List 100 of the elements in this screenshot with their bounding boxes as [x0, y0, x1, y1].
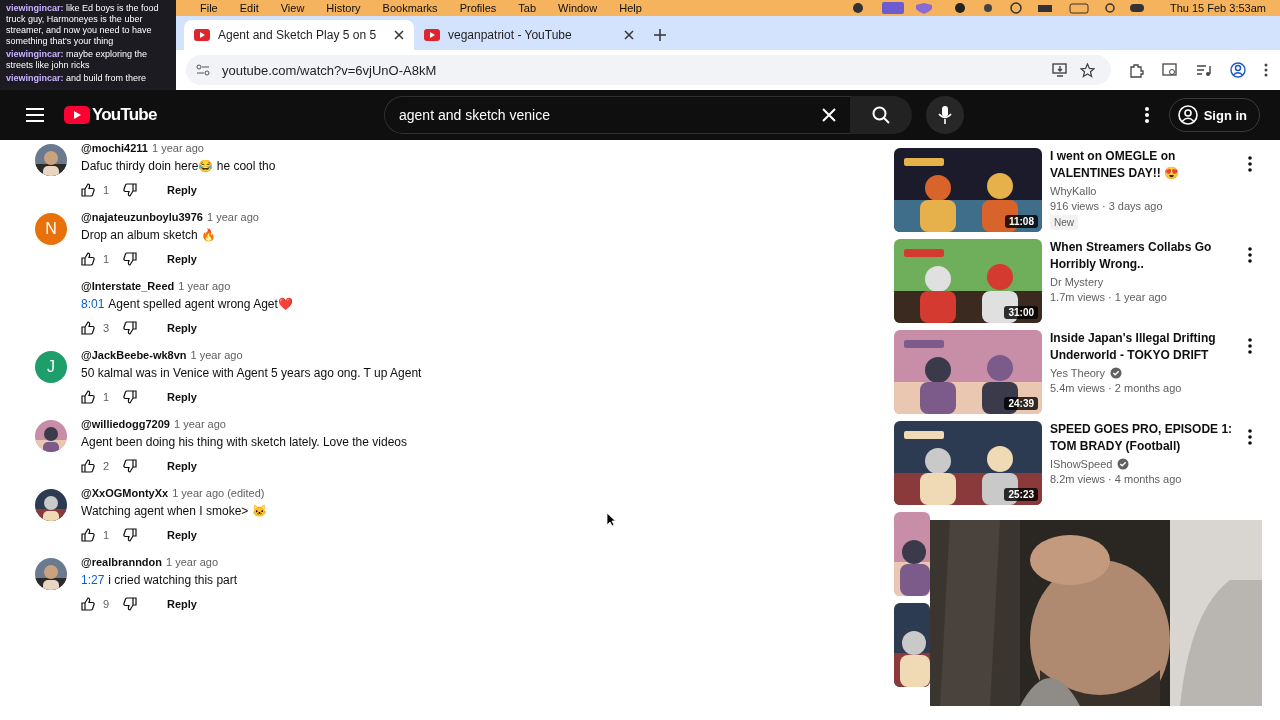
channel-name[interactable]: Dr Mystery	[1050, 276, 1104, 288]
dislike-icon[interactable]	[123, 597, 137, 611]
cursor-icon	[606, 512, 616, 527]
tab-title: veganpatriot - YouTube	[448, 28, 573, 42]
menu-item[interactable]: Help	[619, 2, 642, 14]
menu-item[interactable]: View	[280, 2, 305, 14]
star-icon[interactable]	[1080, 62, 1095, 78]
site-info-icon[interactable]	[196, 64, 210, 76]
video-title[interactable]: When Streamers Collabs Go Horribly Wrong..	[1050, 239, 1240, 273]
like-count: 2	[103, 460, 111, 472]
comment-text: Dafuc thirdy doin here😂 he cool tho	[81, 159, 276, 173]
tab-title: Agent and Sketch Play 5 on 5	[218, 28, 378, 42]
tab-search-icon[interactable]	[1162, 63, 1178, 77]
comment-time[interactable]: 1 year ago	[174, 418, 226, 430]
comment-time[interactable]: 1 year ago	[207, 211, 259, 223]
more-icon[interactable]	[1248, 156, 1252, 172]
like-icon[interactable]	[81, 390, 95, 404]
youtube-icon	[424, 29, 440, 41]
comment-author[interactable]: @najateuzunboylu3976	[81, 211, 203, 223]
youtube-icon[interactable]	[64, 106, 90, 124]
youtube-icon	[194, 29, 210, 41]
youtube-logo-text[interactable]: YouTube	[92, 105, 157, 125]
reply-button[interactable]: Reply	[159, 594, 205, 614]
comment-author[interactable]: @williedogg7209	[81, 418, 170, 430]
channel-name[interactable]: IShowSpeed	[1050, 458, 1113, 470]
reply-button[interactable]: Reply	[159, 180, 205, 200]
menu-item[interactable]: File	[200, 2, 218, 14]
dislike-icon[interactable]	[123, 183, 137, 197]
comment-time[interactable]: 1 year ago	[190, 349, 243, 361]
video-meta: 1.7m views · 1 year ago	[1050, 291, 1168, 303]
comment-time[interactable]: 1 year ago	[152, 142, 204, 154]
video-duration: 31:00	[1004, 306, 1038, 319]
video-duration: 24:39	[1004, 397, 1038, 410]
reply-button[interactable]: Reply	[159, 387, 205, 407]
reply-button[interactable]: Reply	[159, 318, 205, 338]
menu-item[interactable]: Bookmarks	[382, 2, 438, 14]
close-icon[interactable]	[394, 30, 404, 40]
user-icon	[1177, 105, 1198, 125]
extensions-icon[interactable]	[1129, 62, 1144, 78]
more-icon[interactable]	[1248, 338, 1252, 354]
profile-icon[interactable]	[1230, 62, 1246, 78]
media-icon[interactable]	[1196, 63, 1212, 77]
like-count: 1	[103, 184, 111, 196]
comment-time[interactable]: 1 year ago (edited)	[172, 487, 265, 499]
timestamp-link[interactable]: 8:01	[81, 297, 105, 311]
channel-name[interactable]: WhyKallo	[1050, 185, 1097, 197]
comment-author[interactable]: @Interstate_Reed	[81, 280, 175, 292]
video-title[interactable]: SPEED GOES PRO, EPISODE 1: TOM BRADY (Football)	[1050, 421, 1240, 455]
new-tab-icon[interactable]	[654, 29, 666, 41]
like-icon[interactable]	[81, 183, 95, 197]
comment-text: 50 kalmal was in Venice with Agent 5 years ago ong. T up Agent	[81, 366, 422, 380]
reply-button[interactable]: Reply	[159, 249, 205, 269]
menu-icon[interactable]	[26, 108, 44, 122]
comment-time[interactable]: 1 year ago	[166, 556, 218, 568]
new-badge: New	[1050, 215, 1078, 230]
like-icon[interactable]	[81, 321, 95, 335]
like-icon[interactable]	[81, 459, 95, 473]
search-button[interactable]	[850, 96, 912, 134]
like-icon[interactable]	[81, 252, 95, 266]
voice-search-button[interactable]	[926, 96, 964, 134]
address-field[interactable]: youtube.com/watch?v=6vjUnO-A8kM	[186, 55, 1111, 85]
install-icon[interactable]	[1052, 63, 1068, 77]
menu-item[interactable]: Profiles	[459, 2, 497, 14]
video-title[interactable]: I went on OMEGLE on VALENTINES DAY!! 😍	[1050, 148, 1240, 182]
video-title[interactable]: Inside Japan's Illegal Drifting Underworld - TOKYO DRIFT	[1050, 330, 1240, 364]
comment-text: Watching agent when I smoke> 🐱	[81, 504, 267, 518]
more-icon[interactable]	[1144, 107, 1149, 123]
like-icon[interactable]	[81, 528, 95, 542]
browser-tab[interactable]: Agent and Sketch Play 5 on 5	[184, 20, 414, 50]
comment-author[interactable]: @realbranndon	[81, 556, 162, 568]
reply-button[interactable]: Reply	[159, 525, 205, 545]
timestamp-link[interactable]: 1:27	[81, 573, 105, 587]
clock: Thu 15 Feb 3:53am	[1170, 2, 1266, 14]
more-icon[interactable]	[1248, 247, 1252, 263]
video-meta: 8.2m views · 4 months ago	[1050, 473, 1183, 485]
browser-tab[interactable]: veganpatriot - YouTube	[414, 20, 644, 50]
comment-author[interactable]: @mochi4211	[81, 142, 148, 154]
more-icon[interactable]	[1248, 429, 1252, 445]
menu-item[interactable]: History	[326, 2, 361, 14]
clear-icon[interactable]	[822, 108, 836, 122]
close-icon[interactable]	[624, 30, 634, 40]
like-count: 1	[103, 391, 111, 403]
dislike-icon[interactable]	[123, 528, 137, 542]
verified-icon	[1117, 458, 1130, 470]
channel-name[interactable]: Yes Theory	[1050, 367, 1106, 379]
comment-time[interactable]: 1 year ago	[178, 280, 231, 292]
dislike-icon[interactable]	[123, 459, 137, 473]
menu-item[interactable]: Window	[558, 2, 598, 14]
dislike-icon[interactable]	[123, 321, 137, 335]
microphone-icon	[938, 105, 952, 125]
comment-author[interactable]: @XxOGMontyXx	[81, 487, 169, 499]
like-icon[interactable]	[81, 597, 95, 611]
reply-button[interactable]: Reply	[159, 456, 205, 476]
comment-text: Drop an album sketch 🔥	[81, 228, 217, 242]
menu-item[interactable]: Edit	[239, 2, 259, 14]
dislike-icon[interactable]	[123, 252, 137, 266]
comment-author[interactable]: @JackBeebe-wk8vn	[81, 349, 187, 361]
menu-item[interactable]: Tab	[518, 2, 537, 14]
more-icon[interactable]	[1264, 63, 1268, 77]
dislike-icon[interactable]	[123, 390, 137, 404]
